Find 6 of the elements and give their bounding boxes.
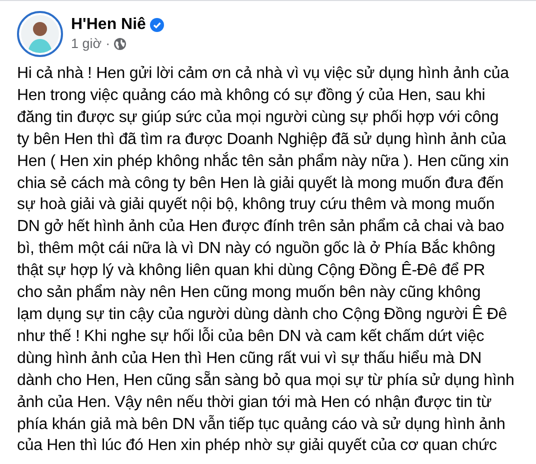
post-text: Hi cả nhà ! Hen gửi lời cảm ơn cả nhà vì vụ việc sử dụng hình ảnh của Hen trong việc quảng cáo mà không có sự đồng ý của Hen, sau khi đăng tin được sự giúp sức của mọi người cùng sự phối hợp với công ty bên Hen thì đã tìm ra được Doanh Nghiệp đã sử dụng hình ảnh của Hen ( Hen xin phép không nhắc tên sản phẩm này nữa ). Hen cũng xin chia sẻ cách mà công ty bên Hen là giải quyết là mong muốn đưa đến sự hoà giải và giải quyết nội bộ, không truy cứu thêm và mong muốn DN gở hết hình ảnh của Hen được đính trên sản phẩm cả chai và bao bì, thêm một cái nữa là vì DN này có nguồn gốc là ở Phía Bắc không thật sự hợp lý và không liên quan khi dùng Cộng Đồng Ê-Đê để PR cho sản phẩm này nên Hen cũng mong muốn bên này cũng không lạm dụng sự tin cậy của người dùng dành cho Cộng Đồng người Ê Đê như thế ! Khi nghe sự hối lỗi của bên DN và cam kết chấm dứt việc dùng hình ảnh của Hen thì Hen cũng rất vui vì sự thấu hiểu mà DN dành cho Hen, Hen cũng sẵn sàng bỏ qua mọi sự từ phía sử dụng hình ảnh của Hen. Vậy nên nếu thời gian tới mà Hen có nhận được tin từ phía khán giả mà bên DN vẫn tiếp tục quảng cáo và sử dụng hình ảnh của Hen thì lúc đó Hen xin phép nhờ sự giải quyết của cơ quan chức (17, 64, 516, 456)
avatar[interactable] (17, 11, 63, 57)
globe-icon (114, 38, 126, 50)
separator-dot: · (106, 35, 110, 53)
post-time[interactable]: 1 giờ (71, 35, 102, 53)
author-name[interactable]: H'Hen Niê (71, 15, 146, 35)
